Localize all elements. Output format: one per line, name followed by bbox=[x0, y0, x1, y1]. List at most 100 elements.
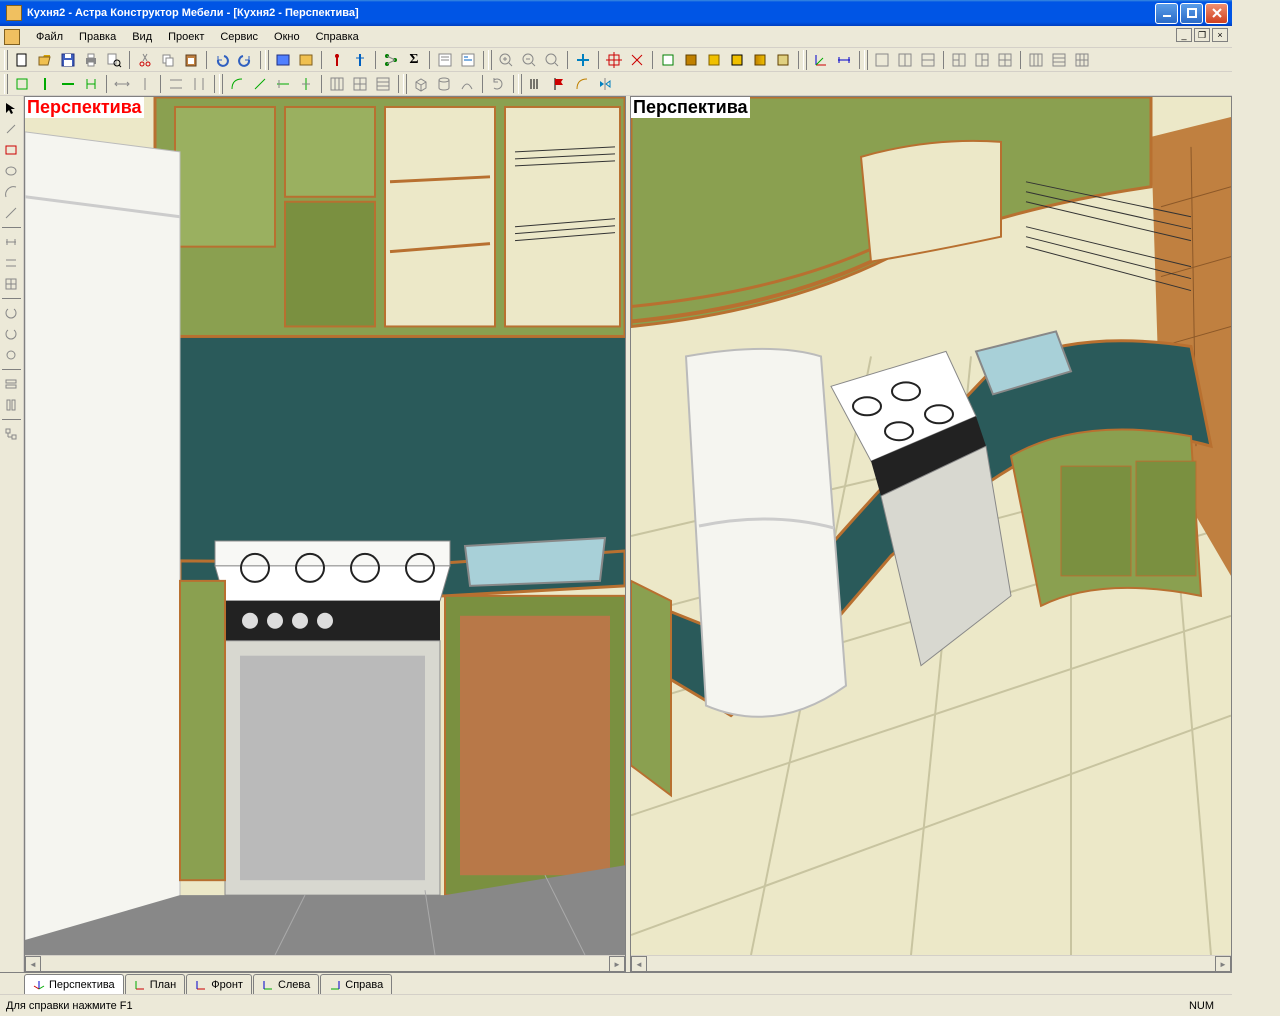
edge-profile-button[interactable] bbox=[226, 73, 248, 95]
render-color-button[interactable] bbox=[680, 49, 702, 71]
render-shade-button[interactable] bbox=[703, 49, 725, 71]
scrollbar-track[interactable] bbox=[41, 956, 609, 971]
toolbar-grip-icon[interactable] bbox=[4, 50, 8, 70]
tab-right[interactable]: Справа bbox=[320, 974, 392, 994]
flag-button[interactable] bbox=[548, 73, 570, 95]
layout-2v-button[interactable] bbox=[917, 49, 939, 71]
dim-h-button[interactable] bbox=[111, 73, 133, 95]
rotate-cw-button[interactable] bbox=[487, 73, 509, 95]
edge-v-button[interactable] bbox=[295, 73, 317, 95]
zoom-in-button[interactable] bbox=[495, 49, 517, 71]
maximize-button[interactable] bbox=[1180, 3, 1203, 24]
scroll-right-button[interactable]: ► bbox=[609, 956, 625, 972]
redo-button[interactable] bbox=[234, 49, 256, 71]
grid-6-button[interactable] bbox=[372, 73, 394, 95]
new-button[interactable] bbox=[11, 49, 33, 71]
viewport-left-canvas[interactable]: Перспектива bbox=[25, 97, 625, 955]
edge-h-button[interactable] bbox=[272, 73, 294, 95]
menu-file[interactable]: Файл bbox=[28, 28, 71, 46]
box-button[interactable] bbox=[410, 73, 432, 95]
open-button[interactable] bbox=[34, 49, 56, 71]
tree-view-button[interactable] bbox=[0, 424, 22, 444]
scrollbar-track[interactable] bbox=[647, 956, 1215, 971]
spec-button[interactable] bbox=[434, 49, 456, 71]
scroll-right-button[interactable]: ► bbox=[1215, 956, 1231, 972]
scroll-left-button[interactable]: ◄ bbox=[631, 956, 647, 972]
edge-line-button[interactable] bbox=[249, 73, 271, 95]
layout-3a-button[interactable] bbox=[948, 49, 970, 71]
copy-button[interactable] bbox=[157, 49, 179, 71]
rotate-left-button[interactable] bbox=[0, 303, 22, 323]
add-panel-button[interactable] bbox=[11, 73, 33, 95]
tab-plan[interactable]: План bbox=[125, 974, 186, 994]
undo-button[interactable] bbox=[211, 49, 233, 71]
toolbar-grip-icon[interactable] bbox=[518, 74, 522, 94]
menu-window[interactable]: Окно bbox=[266, 28, 308, 46]
add-join-button[interactable] bbox=[80, 73, 102, 95]
viewport-left[interactable]: Перспектива bbox=[24, 96, 626, 972]
line-tool-button[interactable] bbox=[0, 203, 22, 223]
layout-6-button[interactable] bbox=[1071, 49, 1093, 71]
toolbar-grip-icon[interactable] bbox=[4, 74, 8, 94]
sweep-button[interactable] bbox=[456, 73, 478, 95]
cylinder-button[interactable] bbox=[433, 73, 455, 95]
dim-hd-button[interactable] bbox=[165, 73, 187, 95]
render-wire-button[interactable] bbox=[657, 49, 679, 71]
rotate-right-button[interactable] bbox=[0, 324, 22, 344]
close-button[interactable] bbox=[1205, 3, 1228, 24]
toolbar-grip-icon[interactable] bbox=[488, 50, 492, 70]
tab-left[interactable]: Слева bbox=[253, 974, 319, 994]
pan-button[interactable] bbox=[572, 49, 594, 71]
render-tex-button[interactable] bbox=[749, 49, 771, 71]
grid-4-button[interactable] bbox=[349, 73, 371, 95]
layout-3b-button[interactable] bbox=[971, 49, 993, 71]
menu-view[interactable]: Вид bbox=[124, 28, 160, 46]
menu-project[interactable]: Проект bbox=[160, 28, 212, 46]
scroll-left-button[interactable]: ◄ bbox=[25, 956, 41, 972]
layout-1-button[interactable] bbox=[871, 49, 893, 71]
table-tool-button[interactable] bbox=[0, 274, 22, 294]
render-edge-button[interactable] bbox=[726, 49, 748, 71]
menu-help[interactable]: Справка bbox=[308, 28, 367, 46]
ellipse-tool-button[interactable] bbox=[0, 161, 22, 181]
mdi-minimize-button[interactable]: _ bbox=[1176, 28, 1192, 42]
zoom-out-button[interactable] bbox=[518, 49, 540, 71]
drawing-button[interactable] bbox=[457, 49, 479, 71]
save-button[interactable] bbox=[57, 49, 79, 71]
layer-horiz-button[interactable] bbox=[0, 374, 22, 394]
dim-tool-button[interactable] bbox=[0, 232, 22, 252]
toolbar-grip-icon[interactable] bbox=[219, 74, 223, 94]
tree-button[interactable] bbox=[380, 49, 402, 71]
mdi-close-button[interactable]: × bbox=[1212, 28, 1228, 42]
viewport-right[interactable]: Перспектива bbox=[630, 96, 1232, 972]
render-ground-button[interactable] bbox=[772, 49, 794, 71]
arc-note-button[interactable] bbox=[571, 73, 593, 95]
dim-vd-button[interactable] bbox=[188, 73, 210, 95]
sigma-button[interactable]: Σ bbox=[403, 49, 425, 71]
layer-vert-button[interactable] bbox=[0, 395, 22, 415]
print-preview-button[interactable] bbox=[103, 49, 125, 71]
point-tool-button[interactable] bbox=[0, 119, 22, 139]
tab-front[interactable]: Фронт bbox=[186, 974, 252, 994]
scrollbar-left[interactable]: ◄ ► bbox=[25, 955, 625, 971]
panel-button[interactable] bbox=[272, 49, 294, 71]
layout-row-button[interactable] bbox=[1048, 49, 1070, 71]
toolbar-grip-icon[interactable] bbox=[864, 50, 868, 70]
minimize-button[interactable] bbox=[1155, 3, 1178, 24]
add-horiz-button[interactable] bbox=[57, 73, 79, 95]
drill-red-button[interactable] bbox=[326, 49, 348, 71]
rotate-180-button[interactable] bbox=[0, 345, 22, 365]
viewport-right-canvas[interactable]: Перспектива bbox=[631, 97, 1231, 955]
paste-button[interactable] bbox=[180, 49, 202, 71]
mdi-restore-button[interactable]: ❐ bbox=[1194, 28, 1210, 42]
dim-button[interactable] bbox=[833, 49, 855, 71]
snap-button[interactable] bbox=[603, 49, 625, 71]
toolbar-grip-icon[interactable] bbox=[403, 74, 407, 94]
dim-v-button[interactable] bbox=[134, 73, 156, 95]
layout-4-button[interactable] bbox=[994, 49, 1016, 71]
mirror-button[interactable] bbox=[594, 73, 616, 95]
snap-x-button[interactable] bbox=[626, 49, 648, 71]
toolbar-grip-icon[interactable] bbox=[265, 50, 269, 70]
text-button[interactable] bbox=[525, 73, 547, 95]
zoom-fit-button[interactable] bbox=[541, 49, 563, 71]
